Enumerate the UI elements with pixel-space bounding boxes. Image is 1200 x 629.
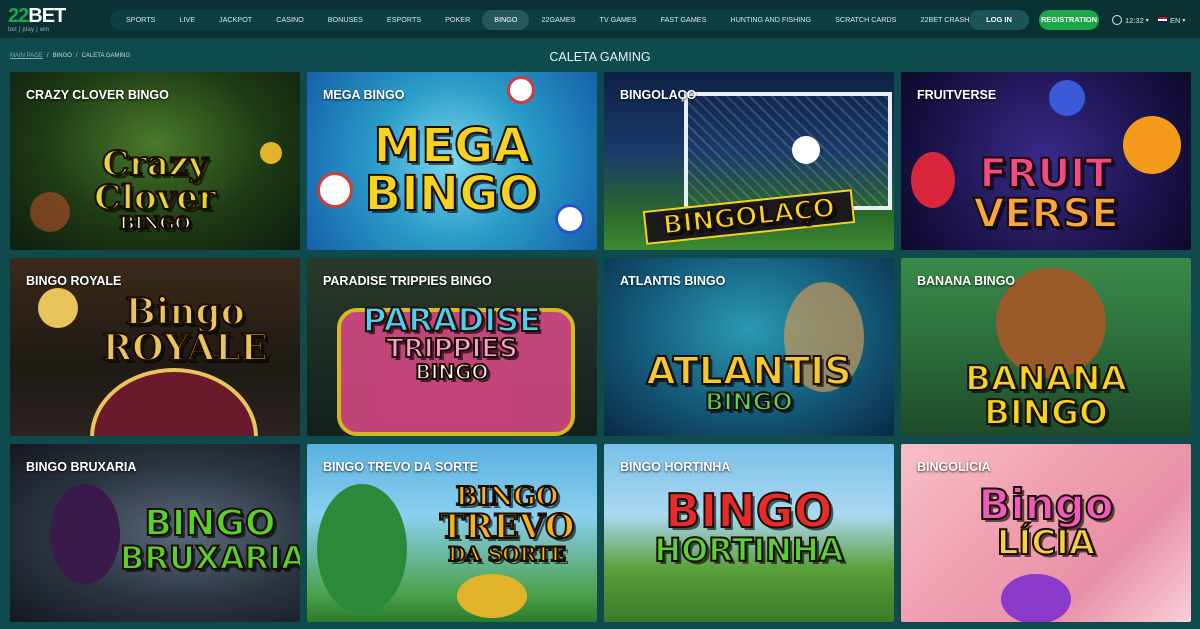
game-card[interactable]: BINGOLAÇO BINGOLAÇO xyxy=(604,72,894,250)
game-title: FRUITVERSE xyxy=(917,88,997,102)
game-card[interactable]: PARADISE TRIPPIES BINGO PARADISE TRIPPIE… xyxy=(307,258,597,436)
brand-logo[interactable]: 22BET bet | play | win xyxy=(8,6,80,34)
game-logo: Crazy Clover BINGO xyxy=(93,144,217,234)
page-title: CALETA GAMING xyxy=(549,50,651,64)
logo-tagline: bet | play | win xyxy=(8,27,50,33)
game-logo: ATLANTIS BINGO xyxy=(645,349,852,416)
game-title: MEGA BINGO xyxy=(323,88,405,102)
nav-bingo[interactable]: BINGO xyxy=(482,10,530,30)
game-card[interactable]: MEGA BINGO MEGA BINGO xyxy=(307,72,597,250)
game-logo: PARADISE TRIPPIES BINGO xyxy=(362,301,542,384)
blueberry-decoration xyxy=(1049,80,1085,116)
top-navbar: 22BET bet | play | win SPORTS LIVE JACKP… xyxy=(0,0,1200,38)
nav-scratch-cards[interactable]: SCRATCH CARDS xyxy=(823,10,908,30)
game-logo: MEGA BINGO xyxy=(364,118,541,222)
game-title: ATLANTIS BINGO xyxy=(620,274,726,288)
game-card[interactable]: BANANA BINGO BANANA BINGO xyxy=(901,258,1191,436)
game-logo: BANANA BINGO xyxy=(964,359,1128,433)
clock-time: 12:32 xyxy=(1125,15,1144,25)
goal-net-decoration xyxy=(684,92,892,210)
chevron-down-icon: ▾ xyxy=(1145,17,1149,24)
game-card[interactable]: ATLANTIS BINGO ATLANTIS BINGO xyxy=(604,258,894,436)
witch-decoration xyxy=(50,484,120,584)
game-logo: Bingo LÍCIA xyxy=(977,480,1114,563)
game-title: PARADISE TRIPPIES BINGO xyxy=(323,274,492,288)
main-nav: SPORTS LIVE JACKPOT CASINO BONUSES ESPOR… xyxy=(110,10,986,30)
nav-esports[interactable]: ESPORTS xyxy=(375,10,433,30)
game-card[interactable]: BINGO ROYALE Bingo ROYALE xyxy=(10,258,300,436)
bingo-ball-decoration xyxy=(507,76,535,104)
logo-text: BET xyxy=(28,5,66,27)
game-card[interactable]: FRUITVERSE FRUIT VERSE xyxy=(901,72,1191,250)
nav-live[interactable]: LIVE xyxy=(167,10,207,30)
nav-poker[interactable]: POKER xyxy=(433,10,482,30)
leprechaun-decoration xyxy=(317,484,407,614)
game-card[interactable]: BINGO BRUXARIA BINGO BRUXARIA xyxy=(10,444,300,622)
game-logo: FRUIT VERSE xyxy=(972,151,1119,237)
soccer-ball-decoration xyxy=(792,136,820,164)
nav-casino[interactable]: CASINO xyxy=(264,10,316,30)
game-logo: BINGO BRUXARIA xyxy=(119,503,300,577)
game-title: BINGO ROYALE xyxy=(26,274,122,288)
game-title: BANANA BINGO xyxy=(917,274,1016,288)
language-selector[interactable]: EN ▾ xyxy=(1158,10,1185,30)
game-card[interactable]: BINGO TREVO DA SORTE BINGO TREVO DA SORT… xyxy=(307,444,597,622)
game-title: BINGO BRUXARIA xyxy=(26,460,137,474)
clock[interactable]: 12:32 ▾ xyxy=(1112,10,1149,30)
gold-pot-decoration xyxy=(457,574,527,618)
game-card[interactable]: BINGO HORTINHA BINGO HORTINHA xyxy=(604,444,894,622)
game-title: BINGOLÍCIA xyxy=(917,460,991,474)
nav-bonuses[interactable]: BONUSES xyxy=(316,10,375,30)
nav-jackpot[interactable]: JACKPOT xyxy=(207,10,264,30)
game-logo: Bingo ROYALE xyxy=(101,291,268,369)
game-title: BINGOLAÇO xyxy=(620,88,697,102)
clock-icon xyxy=(1112,15,1122,25)
cupcake-decoration xyxy=(1001,574,1071,622)
registration-button[interactable]: REGISTRATION xyxy=(1039,10,1099,30)
game-card[interactable]: BINGOLÍCIA Bingo LÍCIA xyxy=(901,444,1191,622)
flag-uk-icon xyxy=(1158,17,1167,23)
game-title: BINGO TREVO DA SORTE xyxy=(323,460,479,474)
nav-fast-games[interactable]: FAST GAMES xyxy=(649,10,719,30)
nav-sports[interactable]: SPORTS xyxy=(114,10,167,30)
logo-number: 22 xyxy=(8,5,29,27)
game-title: CRAZY CLOVER BINGO xyxy=(26,88,169,102)
game-logo: BINGO TREVO DA SORTE xyxy=(439,482,576,566)
game-card[interactable]: CRAZY CLOVER BINGO Crazy Clover BINGO xyxy=(10,72,300,250)
game-grid: CRAZY CLOVER BINGO Crazy Clover BINGO MEG… xyxy=(10,72,1191,622)
game-logo: BINGO HORTINHA xyxy=(653,484,844,569)
language-code: EN xyxy=(1170,15,1181,25)
game-title: BINGO HORTINHA xyxy=(620,460,731,474)
nav-hunting-fishing[interactable]: HUNTING AND FISHING xyxy=(718,10,823,30)
nav-22games[interactable]: 22GAMES xyxy=(529,10,587,30)
nav-tv-games[interactable]: TV GAMES xyxy=(587,10,648,30)
login-button[interactable]: LOG IN xyxy=(969,10,1029,30)
chevron-down-icon: ▾ xyxy=(1182,17,1186,24)
